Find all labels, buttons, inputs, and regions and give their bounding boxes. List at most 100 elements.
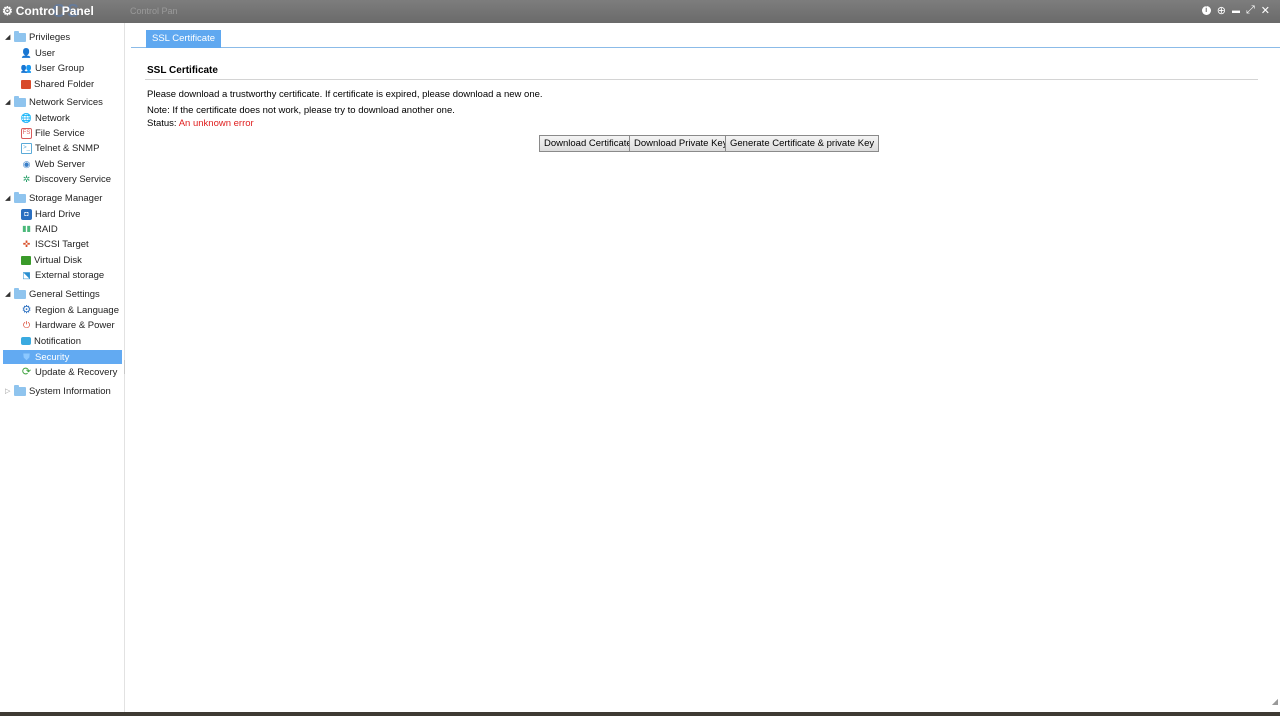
download-certificate-button[interactable]: Download Certificate [539, 135, 637, 152]
sidebar-item-user[interactable]: 👤 User [3, 46, 122, 60]
sidebar-item-label: Virtual Disk [34, 254, 82, 266]
user-group-icon: 👥 [20, 62, 33, 73]
sidebar-item-network[interactable]: 🌐 Network [3, 111, 122, 125]
download-private-key-button[interactable]: Download Private Key [629, 135, 733, 152]
sidebar-item-label: User [35, 47, 56, 59]
status-label: Status: [147, 118, 177, 129]
restore-button[interactable]: ⤢ [1246, 4, 1255, 17]
tree-group-label: General Settings [29, 288, 100, 300]
tree-group-label: Privileges [29, 31, 71, 43]
sidebar-item-virtual-disk[interactable]: Virtual Disk [3, 253, 122, 267]
info-icon[interactable]: i [1201, 6, 1211, 15]
expand-arrow-icon[interactable]: ◢ [5, 98, 13, 106]
refresh-icon: ⟳ [21, 365, 32, 378]
sidebar-item-label: Web Server [35, 158, 85, 170]
external-storage-icon: ⬔ [22, 269, 31, 280]
sidebar-item-label: Notification [34, 335, 81, 347]
expand-arrow-icon[interactable]: ◢ [5, 33, 13, 41]
status-line: Status: An unknown error [147, 118, 254, 129]
tree-group-label: Network Services [29, 96, 103, 108]
main-panel: SSL Certificate SSL Certificate Please d… [125, 23, 1280, 712]
sidebar-item-label: Region & Language [35, 304, 119, 316]
tab-ssl-certificate[interactable]: SSL Certificate [146, 30, 222, 48]
background-window-title: Control Pan [130, 6, 178, 16]
tree-group-label: Storage Manager [29, 192, 103, 204]
tree-group-privileges[interactable]: ◢ Privileges [0, 29, 124, 45]
folder-icon [14, 191, 26, 203]
sidebar-item-iscsi-target[interactable]: ✜ ISCSI Target [3, 237, 122, 251]
shared-folder-icon [21, 79, 31, 89]
sidebar-item-label: Shared Folder [34, 78, 95, 90]
tree-group-general-settings[interactable]: ◢ General Settings [0, 286, 124, 302]
close-button[interactable]: ✕ [1261, 4, 1270, 17]
generate-certificate-key-button[interactable]: Generate Certificate & private Key [725, 135, 880, 152]
globe-network-icon: 🌐 [20, 112, 33, 123]
tree-group-network-services[interactable]: ◢ Network Services [0, 94, 124, 110]
sidebar-item-hardware-power[interactable]: ⏻ Hardware & Power [3, 318, 122, 332]
hard-drive-icon: ◘ [21, 208, 32, 220]
sidebar-item-label: ISCSI Target [35, 238, 89, 250]
chat-bubble-icon [21, 337, 31, 345]
discovery-icon: ✲ [22, 173, 31, 184]
gear-icon: ⚙ [21, 303, 32, 316]
virtual-disk-icon [21, 255, 31, 265]
globe-icon[interactable]: ⊕ [1217, 4, 1226, 17]
iscsi-icon: ✜ [22, 238, 31, 249]
sidebar-item-label: Telnet & SNMP [35, 142, 100, 154]
sidebar-item-label: Discovery Service [35, 173, 112, 185]
terminal-icon: >_ [21, 142, 32, 154]
sidebar-item-notification[interactable]: Notification [3, 334, 122, 348]
sidebar-item-security[interactable]: ⛊ Security [3, 350, 122, 364]
sidebar-item-user-group[interactable]: 👥 User Group [3, 61, 122, 75]
sidebar-item-external-storage[interactable]: ⬔ External storage [3, 268, 122, 282]
folder-icon [14, 95, 26, 107]
web-server-icon: ◉ [22, 158, 31, 169]
sidebar-item-file-service[interactable]: FS File Service [3, 126, 122, 140]
sidebar-item-shared-folder[interactable]: Shared Folder [3, 77, 122, 91]
expand-arrow-icon[interactable]: ◢ [5, 290, 13, 298]
sidebar-item-web-server[interactable]: ◉ Web Server [3, 157, 122, 171]
folder-icon [14, 30, 26, 42]
power-plug-icon: ⏻ [22, 319, 31, 330]
note-text: Note: If the certificate does not work, … [147, 105, 455, 116]
tree-group-system-information[interactable]: ▷ System Information [0, 383, 124, 399]
resize-grip-icon[interactable]: ◢ [1272, 697, 1278, 706]
tree-group-label: System Information [29, 385, 111, 397]
sidebar-item-hard-drive[interactable]: ◘ Hard Drive [3, 207, 122, 221]
gear-icon: ⚙ [2, 4, 13, 18]
sidebar-item-label: Update & Recovery [35, 366, 118, 378]
sidebar-item-region-language[interactable]: ⚙ Region & Language [3, 303, 122, 317]
section-title: SSL Certificate [147, 65, 218, 76]
shield-icon: ⛊ [23, 351, 30, 362]
sidebar-item-label: RAID [35, 223, 58, 235]
folder-icon [14, 287, 26, 299]
sidebar: ◢ Privileges 👤 User 👥 User Group Shared … [0, 23, 125, 712]
desktop-background-strip [0, 712, 1280, 716]
sidebar-item-discovery-service[interactable]: ✲ Discovery Service [3, 172, 122, 186]
minimize-button[interactable]: ▬ [1232, 6, 1240, 15]
instruction-text: Please download a trustworthy certificat… [147, 89, 543, 100]
sidebar-item-update-recovery[interactable]: ⟳ Update & Recovery [3, 365, 122, 379]
user-icon: 👤 [20, 47, 33, 58]
file-service-icon: FS [21, 127, 32, 139]
sidebar-item-label: Hardware & Power [35, 319, 115, 331]
status-value: An unknown error [178, 118, 254, 129]
folder-icon [14, 384, 26, 396]
sidebar-item-label: Network [35, 112, 70, 124]
sidebar-item-label: File Service [35, 127, 85, 139]
tab-bar: SSL Certificate [131, 30, 1280, 48]
window-controls: i ⊕ ▬ ⤢ ✕ [1201, 4, 1270, 17]
sidebar-item-telnet-snmp[interactable]: >_ Telnet & SNMP [3, 141, 122, 155]
tree-group-storage-manager[interactable]: ◢ Storage Manager [0, 190, 124, 206]
window-title-text: Control Panel [15, 4, 94, 18]
window-titlebar: OS ⚙ Control Panel Control Pan i ⊕ ▬ ⤢ ✕ [0, 0, 1280, 23]
section-divider [145, 79, 1258, 80]
sidebar-item-label: Security [35, 351, 70, 363]
sidebar-item-raid[interactable]: ▮▮ RAID [3, 222, 122, 236]
collapse-arrow-icon[interactable]: ▷ [5, 387, 13, 395]
expand-arrow-icon[interactable]: ◢ [5, 194, 13, 202]
sidebar-item-label: User Group [35, 62, 85, 74]
window-title: ⚙ Control Panel [2, 4, 94, 18]
sidebar-item-label: Hard Drive [35, 208, 81, 220]
sidebar-item-label: External storage [35, 269, 105, 281]
